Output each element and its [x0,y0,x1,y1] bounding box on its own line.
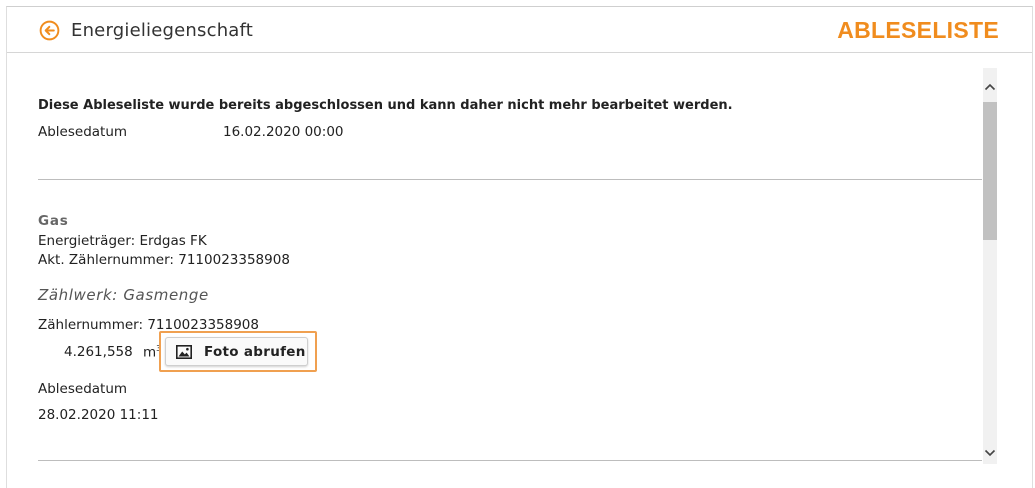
meter-medium-heading: Gas [38,213,69,229]
image-icon [176,345,192,359]
chevron-up-icon[interactable] [983,78,997,96]
reading-date-row: Ablesedatum 16.02.2020 00:00 [38,124,344,140]
page-title: ABLESELISTE [837,17,999,43]
vertical-scrollbar[interactable] [983,68,997,464]
back-arrow-icon[interactable] [39,20,60,41]
meter-date-label: Ablesedatum [38,381,128,397]
energy-carrier-text: Energieträger: Erdgas FK [38,233,207,249]
content-panel: Diese Ableseliste wurde bereits abgeschl… [38,54,983,488]
section-divider [38,179,982,180]
chevron-down-icon[interactable] [983,444,997,462]
fetch-photo-label: Foto abrufen [204,344,306,360]
meter-reading-value: 4.261,558 [64,344,133,360]
reading-date-value: 16.02.2020 00:00 [223,124,344,140]
reading-date-label: Ablesedatum [38,124,128,140]
counter-title: Zählwerk: Gasmenge [38,286,209,304]
locked-notice: Diese Ableseliste wurde bereits abgeschl… [38,98,733,113]
meter-date-value: 28.02.2020 11:11 [38,407,159,423]
unit-base: m [143,344,157,361]
section-divider-bottom [38,460,982,461]
scrollbar-thumb[interactable] [983,102,997,240]
header-bar: Energieliegenschaft ABLESELISTE [7,7,1032,53]
current-meter-number-text: Akt. Zählernummer: 7110023358908 [38,252,290,268]
fetch-photo-button[interactable]: Foto abrufen [165,337,308,366]
back-link-label[interactable]: Energieliegenschaft [71,20,253,41]
